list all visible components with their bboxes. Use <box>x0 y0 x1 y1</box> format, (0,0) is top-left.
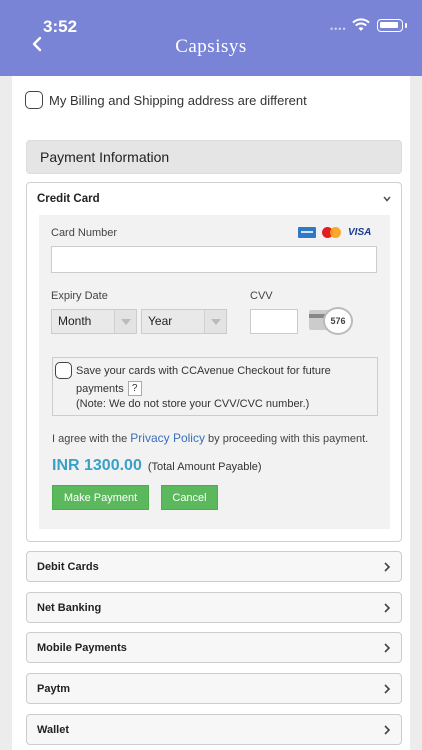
expiry-month-select[interactable]: Month <box>51 309 137 334</box>
cvv-hint-icon: 576 <box>309 307 355 335</box>
cancel-button[interactable]: Cancel <box>161 485 218 510</box>
chevron-down-icon <box>204 310 226 333</box>
mastercard-icon <box>322 227 342 238</box>
card-number-label: Card Number <box>51 227 118 239</box>
make-payment-button[interactable]: Make Payment <box>52 485 149 510</box>
method-paytm[interactable]: Paytm <box>26 673 402 704</box>
chevron-right-icon <box>384 643 391 653</box>
method-label: Net Banking <box>37 602 102 614</box>
credit-card-header[interactable]: Credit Card <box>37 193 100 205</box>
chevron-right-icon <box>384 562 391 572</box>
method-wallet[interactable]: Wallet <box>26 714 402 745</box>
visa-icon: VISA <box>348 227 372 238</box>
method-net-banking[interactable]: Net Banking <box>26 592 402 623</box>
agree-prefix: I agree with the <box>52 433 128 445</box>
cvv-label: CVV <box>250 290 273 302</box>
cvv-hint-number: 576 <box>323 307 353 335</box>
method-label: Debit Cards <box>37 561 99 573</box>
privacy-policy-link[interactable]: Privacy Policy <box>130 431 205 445</box>
credit-card-form: Card Number VISA Expiry Date CVV Month Y… <box>39 215 390 529</box>
expiry-year-select[interactable]: Year <box>141 309 227 334</box>
method-mobile-payments[interactable]: Mobile Payments <box>26 632 402 663</box>
chevron-down-icon <box>114 310 136 333</box>
different-address-label: My Billing and Shipping address are diff… <box>49 92 307 108</box>
page-title: Capsisys <box>175 36 247 57</box>
different-address-checkbox[interactable] <box>25 91 43 109</box>
expiry-month-value: Month <box>58 314 92 328</box>
card-number-input[interactable] <box>51 246 377 273</box>
battery-icon <box>377 19 407 32</box>
method-label: Wallet <box>37 724 69 736</box>
save-card-note: (Note: We do not store your CVV/CVC numb… <box>76 398 310 410</box>
chevron-right-icon <box>384 684 391 694</box>
save-card-text-line2: payments ? <box>76 381 142 396</box>
amount-row: INR 1300.00 (Total Amount Payable) <box>52 457 262 475</box>
amex-icon <box>298 227 316 238</box>
card-brand-logos: VISA <box>298 227 371 238</box>
save-card-payments-word: payments <box>76 382 124 395</box>
method-debit-cards[interactable]: Debit Cards <box>26 551 402 582</box>
save-card-checkbox[interactable] <box>55 362 72 379</box>
method-label: Mobile Payments <box>37 642 127 654</box>
expiry-date-label: Expiry Date <box>51 290 108 302</box>
payment-information-header: Payment Information <box>26 140 402 174</box>
credit-card-panel: Credit Card Card Number VISA Expiry Date… <box>26 182 402 542</box>
chevron-right-icon <box>384 725 391 735</box>
wifi-icon <box>352 18 370 31</box>
expiry-year-value: Year <box>148 314 173 328</box>
cvv-input[interactable] <box>250 309 298 334</box>
cellular-signal-icon: •••• <box>330 24 347 34</box>
agree-suffix: by proceeding with this payment. <box>208 433 369 445</box>
app-bar: 3:52 •••• Capsisys <box>0 0 422 76</box>
total-amount-note: (Total Amount Payable) <box>147 461 262 473</box>
chevron-down-icon[interactable] <box>383 195 391 203</box>
privacy-agreement: I agree with the Privacy Policy by proce… <box>52 431 368 445</box>
save-card-text: Save your cards with CCAvenue Checkout f… <box>76 365 331 377</box>
total-amount: INR 1300.00 <box>52 457 142 474</box>
chevron-right-icon <box>384 603 391 613</box>
method-label: Paytm <box>37 683 71 695</box>
save-card-option: Save your cards with CCAvenue Checkout f… <box>52 357 378 416</box>
different-address-row[interactable]: My Billing and Shipping address are diff… <box>25 91 307 109</box>
help-question-icon[interactable]: ? <box>127 381 142 396</box>
status-time: 3:52 <box>43 17 78 36</box>
